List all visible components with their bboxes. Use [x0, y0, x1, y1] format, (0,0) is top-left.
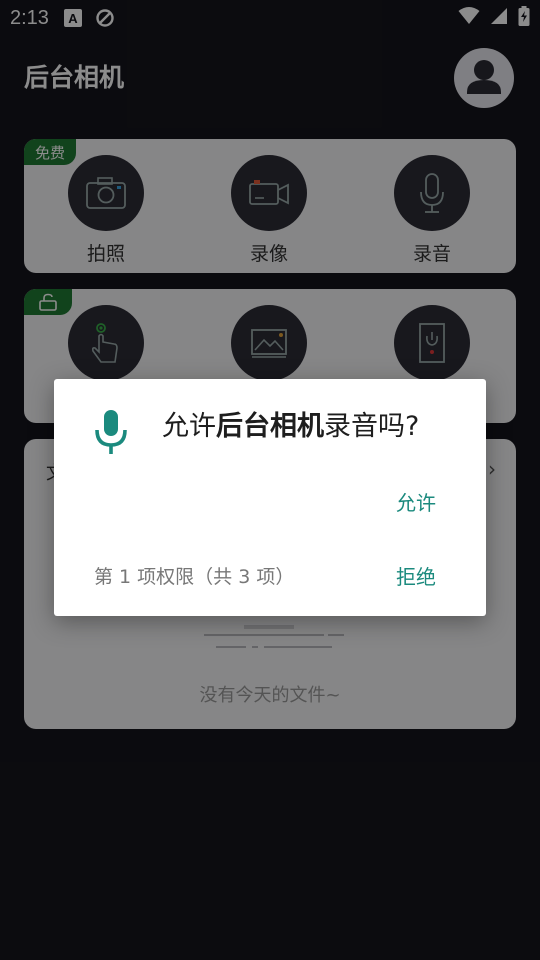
- dialog-title: 允许后台相机录音吗?: [162, 409, 462, 445]
- dialog-title-app: 后台相机: [216, 411, 324, 442]
- microphone-icon: [95, 410, 127, 454]
- allow-button[interactable]: 允许: [396, 487, 436, 516]
- dialog-title-suffix: 录音吗?: [324, 411, 420, 442]
- permission-counter: 第 1 项权限（共 3 项）: [94, 566, 295, 588]
- deny-button[interactable]: 拒绝: [396, 561, 436, 590]
- dialog-title-prefix: 允许: [162, 411, 216, 442]
- permission-dialog: 允许后台相机录音吗? 允许 第 1 项权限（共 3 项） 拒绝: [54, 379, 486, 616]
